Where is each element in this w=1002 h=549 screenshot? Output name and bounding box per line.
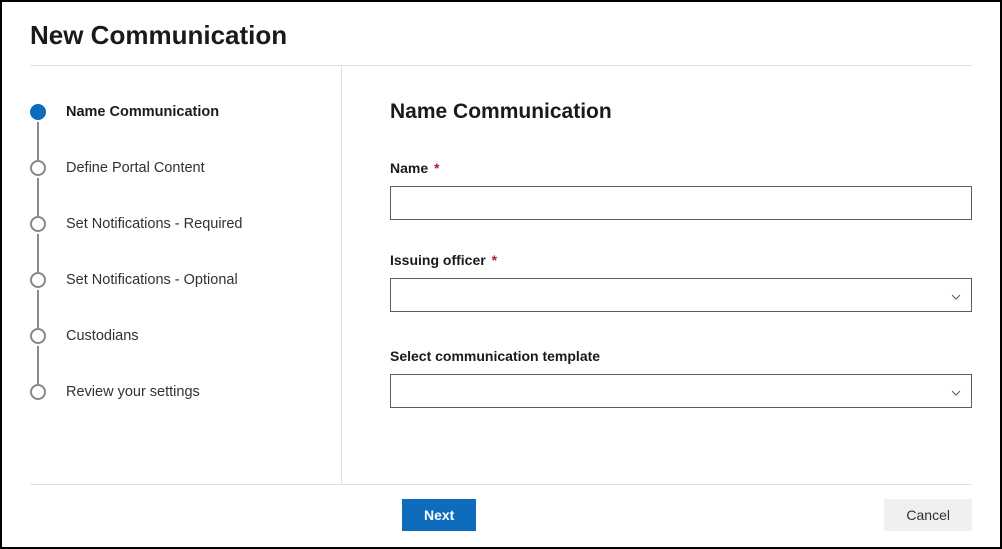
step-indicator-icon	[30, 328, 46, 344]
step-connector	[37, 122, 39, 160]
template-select[interactable]	[390, 374, 972, 408]
wizard-step-define-portal-content[interactable]: Define Portal Content	[30, 160, 321, 176]
template-label: Select communication template	[390, 348, 972, 364]
required-marker: *	[434, 160, 439, 176]
wizard-step-set-notifications-optional[interactable]: Set Notifications - Optional	[30, 272, 321, 288]
step-indicator-icon	[30, 272, 46, 288]
field-group-name: Name *	[390, 160, 972, 220]
step-connector	[37, 178, 39, 216]
step-indicator-icon	[30, 384, 46, 400]
wizard-step-review-settings[interactable]: Review your settings	[30, 384, 321, 400]
step-connector	[37, 234, 39, 272]
next-button[interactable]: Next	[402, 499, 476, 531]
form-panel: Name Communication Name * Issuing office…	[342, 66, 1000, 484]
step-indicator-icon	[30, 216, 46, 232]
dialog-content: Name Communication Define Portal Content…	[2, 66, 1000, 484]
step-label: Review your settings	[66, 384, 200, 400]
dialog-footer: Next Cancel	[30, 484, 972, 547]
required-marker: *	[492, 252, 497, 268]
step-indicator-icon	[30, 104, 46, 120]
form-heading: Name Communication	[390, 100, 972, 124]
wizard-step-custodians[interactable]: Custodians	[30, 328, 321, 344]
field-group-issuing-officer: Issuing officer *	[390, 252, 972, 316]
field-group-template: Select communication template	[390, 348, 972, 412]
template-select-wrap	[390, 374, 972, 412]
wizard-step-set-notifications-required[interactable]: Set Notifications - Required	[30, 216, 321, 232]
step-label: Custodians	[66, 328, 139, 344]
wizard-step-name-communication[interactable]: Name Communication	[30, 104, 321, 120]
step-label: Define Portal Content	[66, 160, 205, 176]
step-label: Set Notifications - Required	[66, 216, 243, 232]
wizard-steps-sidebar: Name Communication Define Portal Content…	[2, 66, 342, 484]
step-connector	[37, 290, 39, 328]
name-label: Name *	[390, 160, 972, 176]
issuing-officer-select-wrap	[390, 278, 972, 316]
wizard-steps-list: Name Communication Define Portal Content…	[30, 104, 321, 400]
issuing-officer-select[interactable]	[390, 278, 972, 312]
dialog-title: New Communication	[30, 20, 972, 51]
step-connector	[37, 346, 39, 384]
step-label: Set Notifications - Optional	[66, 272, 238, 288]
cancel-button[interactable]: Cancel	[884, 499, 972, 531]
step-label: Name Communication	[66, 104, 219, 120]
name-input[interactable]	[390, 186, 972, 220]
step-indicator-icon	[30, 160, 46, 176]
dialog-header: New Communication	[2, 2, 1000, 65]
new-communication-dialog: New Communication Name Communication Def…	[0, 0, 1002, 549]
issuing-officer-label: Issuing officer *	[390, 252, 972, 268]
